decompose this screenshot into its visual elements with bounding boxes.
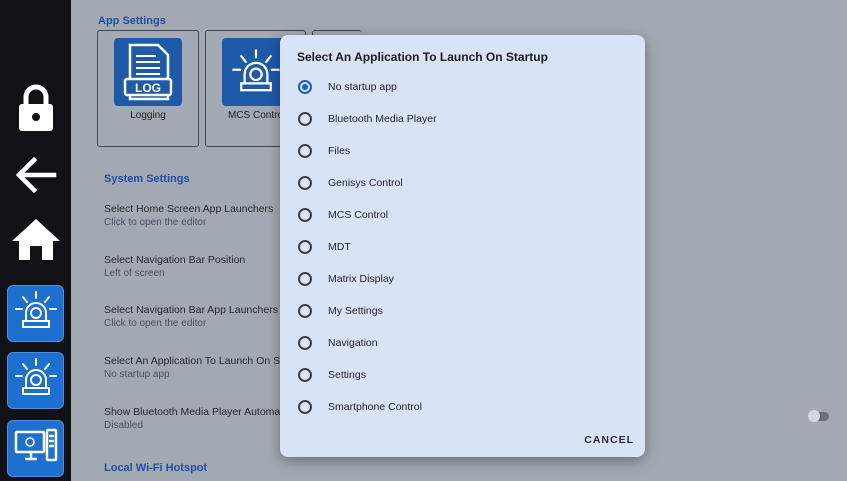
setting-nav-bar-launchers[interactable]: Select Navigation Bar App Launchers Clic…: [104, 304, 278, 329]
option-label: No startup app: [328, 81, 397, 93]
option-label: My Settings: [328, 305, 383, 317]
option-label: MDT: [328, 241, 351, 253]
startup-app-option[interactable]: Files: [280, 135, 645, 167]
startup-app-option[interactable]: My Settings: [280, 295, 645, 327]
alarm-beacon-icon: [14, 356, 58, 405]
cancel-button[interactable]: CANCEL: [584, 432, 634, 448]
startup-app-option[interactable]: Matrix Display: [280, 263, 645, 295]
setting-subtitle: Disabled: [104, 420, 143, 431]
setting-bluetooth-player[interactable]: Show Bluetooth Media Player Automa Disab…: [104, 406, 280, 431]
radio-button[interactable]: [298, 240, 312, 254]
startup-app-option[interactable]: Smartphone Control: [280, 391, 645, 423]
navigation-bar: [0, 0, 71, 481]
radio-button[interactable]: [298, 336, 312, 350]
alarm-app-launcher-2[interactable]: [7, 352, 64, 409]
setting-title: Select Home Screen App Launchers: [104, 203, 274, 215]
startup-app-option[interactable]: MCS Control: [280, 199, 645, 231]
setting-title: Select Navigation Bar App Launchers: [104, 304, 278, 316]
radio-button[interactable]: [298, 80, 312, 94]
setting-title: Select An Application To Launch On S: [104, 355, 281, 367]
startup-app-option[interactable]: Bluetooth Media Player: [280, 103, 645, 135]
system-settings-heading: System Settings: [104, 173, 190, 185]
setting-nav-bar-position[interactable]: Select Navigation Bar Position Left of s…: [104, 254, 245, 279]
radio-button[interactable]: [298, 208, 312, 222]
startup-app-option[interactable]: Settings: [280, 359, 645, 391]
home-icon: [11, 217, 61, 266]
option-label: Settings: [328, 369, 366, 381]
app-card-logging[interactable]: LOG Logging: [97, 30, 199, 147]
option-label: Files: [328, 145, 351, 157]
startup-app-option[interactable]: Genisys Control: [280, 167, 645, 199]
computer-app-launcher[interactable]: [7, 420, 64, 477]
radio-button[interactable]: [298, 272, 312, 286]
app-settings-heading: App Settings: [98, 15, 166, 27]
option-label: Bluetooth Media Player: [328, 113, 437, 125]
home-button[interactable]: [6, 218, 65, 264]
setting-title: Select Navigation Bar Position: [104, 254, 246, 266]
radio-button[interactable]: [298, 144, 312, 158]
bluetooth-player-toggle[interactable]: [808, 410, 829, 422]
log-file-icon: LOG: [114, 38, 182, 106]
alarm-app-launcher[interactable]: [7, 285, 64, 342]
radio-button[interactable]: [298, 304, 312, 318]
lock-icon: [16, 83, 56, 138]
back-button[interactable]: [6, 156, 65, 198]
setting-subtitle: Left of screen: [104, 268, 165, 279]
radio-button[interactable]: [298, 112, 312, 126]
startup-app-option[interactable]: No startup app: [280, 71, 645, 103]
option-label: Matrix Display: [328, 273, 394, 285]
option-label: MCS Control: [328, 209, 389, 221]
radio-button[interactable]: [298, 400, 312, 414]
back-arrow-icon: [14, 156, 58, 198]
app-card-label: Logging: [130, 110, 166, 121]
dialog-title: Select An Application To Launch On Start…: [297, 50, 548, 64]
startup-app-option[interactable]: Navigation: [280, 327, 645, 359]
setting-subtitle: No startup app: [104, 369, 170, 380]
setting-subtitle: Click to open the editor: [104, 318, 207, 329]
radio-button[interactable]: [298, 368, 312, 382]
option-label: Navigation: [328, 337, 378, 349]
svg-text:LOG: LOG: [135, 81, 161, 95]
computer-monitor-icon: [13, 426, 59, 471]
alarm-beacon-icon: [14, 289, 58, 338]
radio-button[interactable]: [298, 176, 312, 190]
startup-app-dialog: Select An Application To Launch On Start…: [280, 35, 645, 457]
startup-app-option[interactable]: MDT: [280, 231, 645, 263]
setting-startup-app[interactable]: Select An Application To Launch On S No …: [104, 355, 280, 380]
option-label: Genisys Control: [328, 177, 403, 189]
hotspot-heading: Local Wi-Fi Hotspot: [104, 462, 208, 474]
setting-home-launchers[interactable]: Select Home Screen App Launchers Click t…: [104, 203, 273, 228]
setting-subtitle: Click to open the editor: [104, 217, 207, 228]
lock-button[interactable]: [6, 84, 65, 136]
setting-title: Show Bluetooth Media Player Automa: [104, 406, 281, 418]
option-label: Smartphone Control: [328, 401, 422, 413]
